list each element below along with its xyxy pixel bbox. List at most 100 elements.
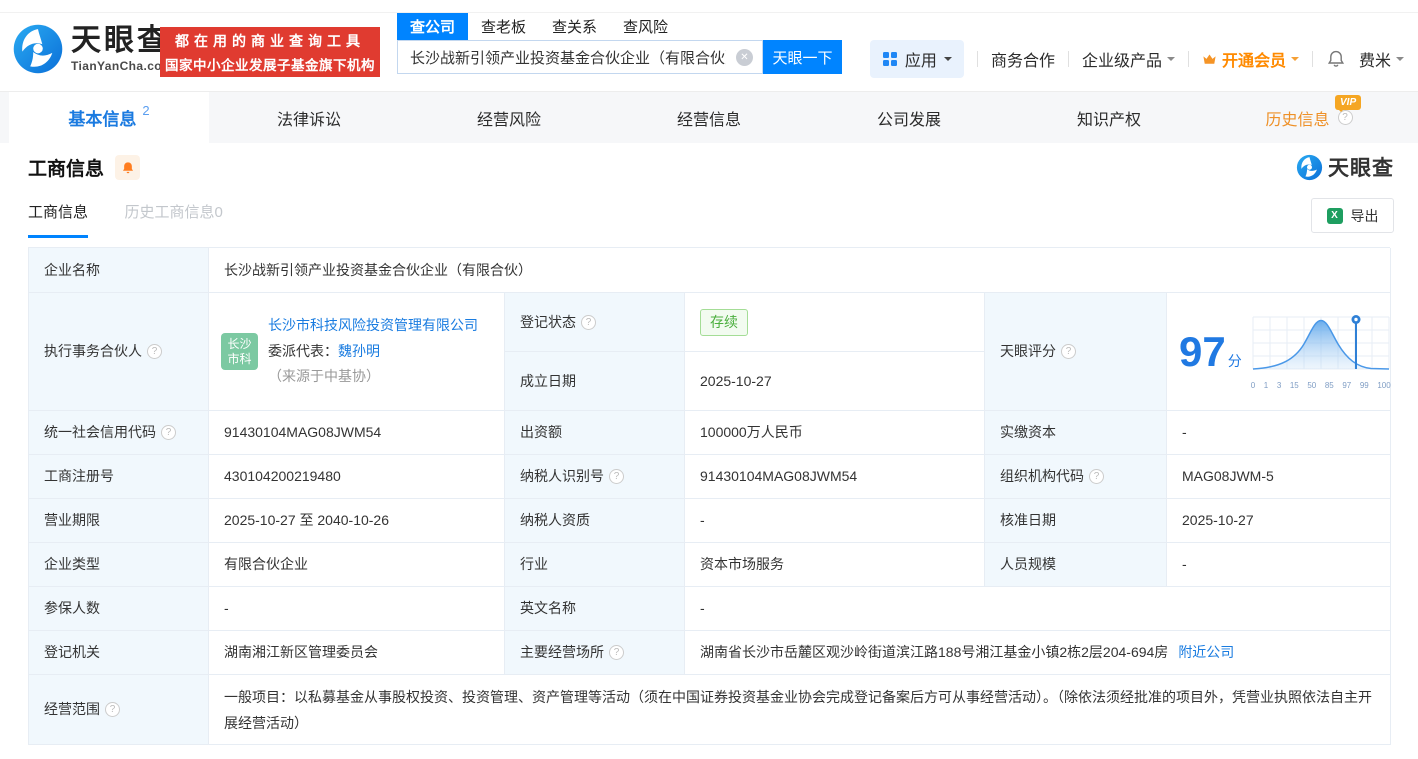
field-label: 工商注册号 (29, 455, 209, 499)
chevron-down-icon (1291, 57, 1299, 65)
apps-label: 应用 (905, 47, 937, 71)
executive-partner-cell: 长沙市科 长沙市科技风险投资管理有限公司 委派代表：魏孙明 （来源于中基协） (209, 293, 505, 411)
tab-operating-risk[interactable]: 经营风险 (409, 92, 609, 143)
industry-value: 资本市场服务 (685, 543, 985, 587)
company-tabs: 基本信息 2 法律诉讼 经营风险 经营信息 公司发展 知识产权 历史信息 ? V… (0, 91, 1418, 143)
nav-enterprise[interactable]: 企业级产品 (1082, 47, 1175, 71)
rep-name-link[interactable]: 魏孙明 (338, 343, 380, 359)
field-label: 经营范围 ? (29, 675, 209, 745)
score-distribution-chart: 0131550859799100 (1251, 311, 1391, 392)
tab-basic-info[interactable]: 基本信息 2 (9, 92, 209, 143)
tianyan-score-cell: 97分 (1167, 293, 1391, 411)
brand-name: 天眼查 (71, 25, 173, 57)
registration-status-cell: 存续 (685, 293, 985, 352)
main-content: 工商信息 天眼查 工商信息 历 (0, 143, 1418, 759)
search-tab-boss[interactable]: 查老板 (468, 13, 539, 40)
tab-history-info[interactable]: 历史信息 ? VIP (1209, 92, 1409, 143)
search-input[interactable] (398, 41, 762, 73)
nearby-companies-link[interactable]: 附近公司 (1178, 642, 1234, 663)
field-label: 企业名称 (29, 248, 209, 293)
field-label: 天眼评分 ? (985, 293, 1167, 411)
nav-cooperation[interactable]: 商务合作 (991, 47, 1055, 71)
tianyancha-logo[interactable]: 天眼查 TianYanCha.com (12, 23, 173, 75)
tab-company-development[interactable]: 公司发展 (809, 92, 1009, 143)
tianyancha-swirl-icon (1296, 154, 1323, 181)
help-icon[interactable]: ? (147, 344, 162, 359)
field-label: 纳税人资质 (505, 499, 685, 543)
tab-intellectual-property[interactable]: 知识产权 (1009, 92, 1209, 143)
subtab-history-registration[interactable]: 历史工商信息0 (124, 201, 222, 235)
tab-business-info[interactable]: 经营信息 (609, 92, 809, 143)
field-label: 成立日期 (505, 352, 685, 411)
bell-icon (121, 161, 135, 175)
field-label: 纳税人识别号 ? (505, 455, 685, 499)
business-term-value: 2025-10-27 至 2040-10-26 (209, 499, 505, 543)
help-icon[interactable]: ? (609, 469, 624, 484)
help-icon[interactable]: ? (1061, 344, 1076, 359)
help-icon[interactable]: ? (609, 645, 624, 660)
business-site-value: 湖南省长沙市岳麓区观沙岭街道滨江路188号湘江基金小镇2栋2层204-694房 (700, 642, 1168, 663)
help-icon[interactable]: ? (581, 315, 596, 330)
search-input-wrap: ✕ (397, 40, 763, 74)
field-label: 登记状态 ? (505, 293, 685, 352)
nav-divider (1312, 51, 1313, 67)
username: 费米 (1359, 47, 1391, 71)
company-type-value: 有限合伙企业 (209, 543, 505, 587)
tab-label: 经营信息 (677, 106, 741, 130)
chevron-down-icon (944, 57, 952, 65)
tab-label: 知识产权 (1077, 106, 1141, 130)
field-label: 行业 (505, 543, 685, 587)
slogan-banner: 都在用的商业查询工具 国家中小企业发展子基金旗下机构 (160, 27, 380, 77)
field-label: 企业类型 (29, 543, 209, 587)
company-name-value: 长沙战新引领产业投资基金合伙企业（有限合伙） (209, 248, 1391, 293)
search-tab-company[interactable]: 查公司 (397, 13, 468, 40)
taxpayer-id-value: 91430104MAG08JWM54 (685, 455, 985, 499)
search-tabs: 查公司 查老板 查关系 查风险 (397, 13, 842, 40)
staff-size-value: - (1167, 543, 1391, 587)
apps-menu[interactable]: 应用 (870, 40, 964, 78)
brand-domain: TianYanCha.com (71, 59, 173, 73)
subtab-business-registration[interactable]: 工商信息 (28, 201, 88, 238)
field-label: 主要经营场所 ? (505, 631, 685, 675)
help-icon[interactable]: ? (161, 425, 176, 440)
establish-date-value: 2025-10-27 (685, 352, 985, 411)
header: 天眼查 TianYanCha.com 都在用的商业查询工具 国家中小企业发展子基… (0, 13, 1418, 89)
section-header: 工商信息 天眼查 (28, 154, 1394, 181)
clear-icon[interactable]: ✕ (736, 49, 753, 66)
business-scope-cell: 一般项目：以私募基金从事股权投资、投资管理、资产管理等活动（须在中国证券投资基金… (209, 675, 1391, 745)
slogan-line1: 都在用的商业查询工具 (175, 31, 365, 51)
tianyancha-swirl-icon (12, 23, 64, 75)
help-icon[interactable]: ? (105, 702, 120, 717)
search-button[interactable]: 天眼一下 (763, 40, 842, 74)
export-label: 导出 (1351, 206, 1379, 226)
nav-open-membership[interactable]: 开通会员 (1202, 47, 1299, 71)
tab-legal[interactable]: 法律诉讼 (209, 92, 409, 143)
partner-company-link[interactable]: 长沙市科技风险投资管理有限公司 (268, 317, 478, 333)
search-tab-risk[interactable]: 查风险 (610, 13, 681, 40)
chevron-down-icon (1167, 57, 1175, 65)
section-title: 工商信息 (28, 154, 104, 181)
membership-label: 开通会员 (1222, 47, 1286, 71)
search-tab-relation[interactable]: 查关系 (539, 13, 610, 40)
field-label: 登记机关 (29, 631, 209, 675)
org-code-value: MAG08JWM-5 (1167, 455, 1391, 499)
rep-label: 委派代表： (268, 343, 338, 359)
tab-label: 法律诉讼 (277, 106, 341, 130)
export-button[interactable]: X 导出 (1311, 198, 1394, 233)
grid-icon (882, 51, 898, 67)
score-number: 97分 (1179, 331, 1242, 373)
approval-date-value: 2025-10-27 (1167, 499, 1391, 543)
reg-authority-value: 湖南湘江新区管理委员会 (209, 631, 505, 675)
user-menu[interactable]: 费米 (1359, 47, 1404, 71)
subtab-row: 工商信息 历史工商信息0 X 导出 (28, 201, 1394, 241)
partner-avatar[interactable]: 长沙市科 (221, 333, 258, 370)
notification-bell[interactable] (1326, 49, 1346, 69)
help-icon[interactable]: ? (1089, 469, 1104, 484)
capital-value: 100000万人民币 (685, 411, 985, 455)
watermark-text: 天眼查 (1328, 152, 1394, 182)
chevron-down-icon (1396, 57, 1404, 65)
rep-source: （来源于中基协） (268, 368, 380, 384)
subscribe-bell[interactable] (115, 155, 140, 180)
bell-icon (1326, 49, 1346, 69)
nav-divider (1188, 51, 1189, 67)
